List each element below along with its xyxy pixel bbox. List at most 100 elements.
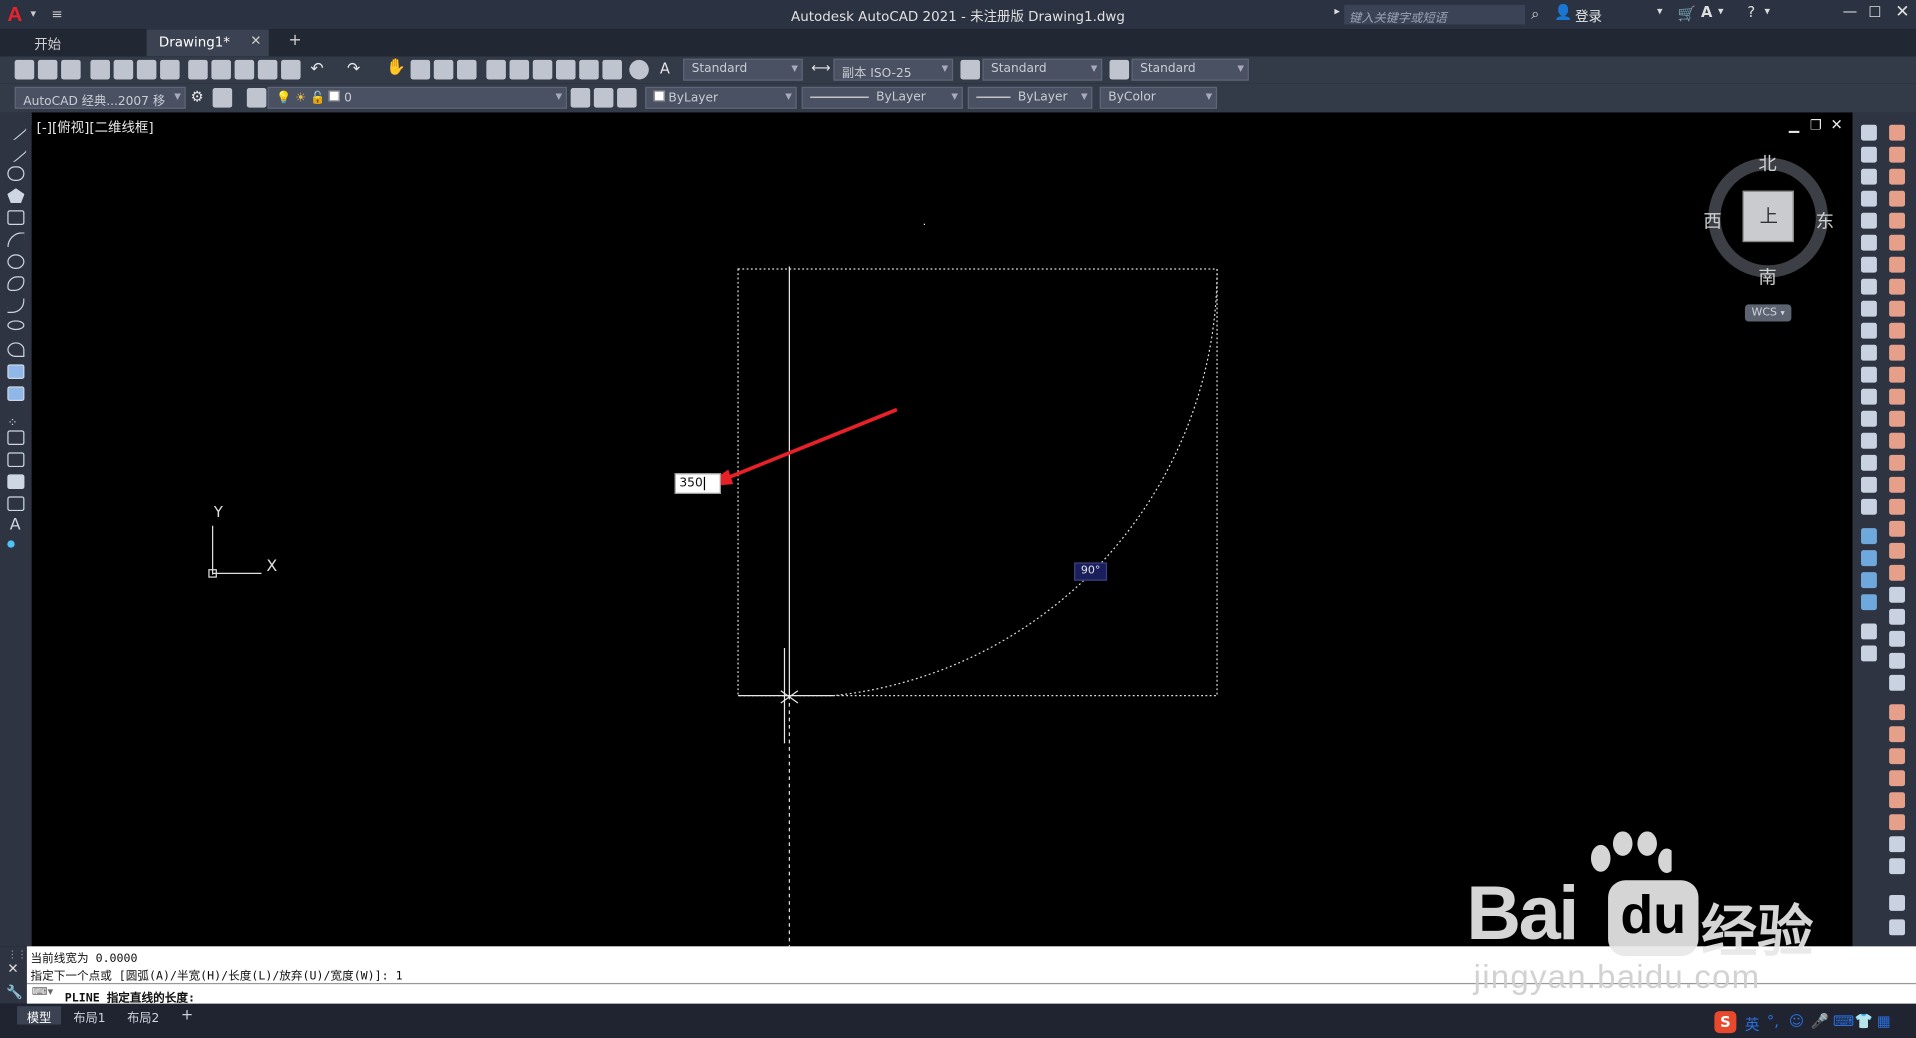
- align-leaders-icon[interactable]: [1889, 652, 1906, 669]
- fillet-icon[interactable]: [1861, 454, 1877, 471]
- wcs-label: WCS: [1751, 306, 1778, 320]
- dim-break-icon[interactable]: [1889, 388, 1906, 405]
- find-text-icon[interactable]: [1889, 726, 1906, 743]
- dim-jogged-icon[interactable]: [1889, 234, 1906, 251]
- sogou-ime-icon[interactable]: S: [1714, 1011, 1737, 1034]
- dim-space-icon[interactable]: [1889, 366, 1906, 383]
- dim-style-toolbar-icon[interactable]: [1889, 564, 1906, 581]
- modify-toolbar: [1852, 112, 1916, 947]
- tolerance-icon[interactable]: [1889, 410, 1906, 427]
- convert-space-icon[interactable]: [1889, 836, 1906, 853]
- watermark-suffix: 经验: [1700, 899, 1814, 964]
- dim-radius-icon[interactable]: [1889, 212, 1906, 229]
- hatch-back-icon[interactable]: [1861, 645, 1877, 662]
- inspection-icon[interactable]: [1889, 454, 1906, 471]
- status-bar: 模型 布局1 布局2 + S 英 °, ☺ 🎤 ⌨ 👕 ▦: [0, 1003, 1916, 1038]
- draw-order-under-icon[interactable]: [1861, 594, 1877, 611]
- break-at-point-icon[interactable]: [1861, 366, 1877, 383]
- text-justify-icon[interactable]: [1889, 814, 1906, 831]
- trim-icon[interactable]: [1861, 322, 1877, 339]
- watermark-url: jingyan.baidu.com: [1473, 958, 1761, 996]
- copy-object-icon[interactable]: [1861, 146, 1877, 163]
- dim-continue-icon[interactable]: [1889, 344, 1906, 361]
- command-history-line-2: 指定下一个点或 [圆弧(A)/半宽(H)/长度(L)/放弃(U)/宽度(W)]:…: [30, 969, 403, 983]
- remove-leader-icon[interactable]: [1889, 630, 1906, 647]
- ime-keyboard-icon[interactable]: ⌨: [1833, 1012, 1854, 1029]
- rotate-icon[interactable]: [1861, 256, 1877, 273]
- join-icon[interactable]: [1861, 410, 1877, 427]
- scale-icon[interactable]: [1861, 278, 1877, 295]
- ime-voice-icon[interactable]: 🎤: [1811, 1012, 1829, 1029]
- dim-text-edit-icon[interactable]: [1889, 520, 1906, 537]
- layout-tab-layout1[interactable]: 布局1: [64, 1006, 116, 1025]
- spell-check-icon[interactable]: [1889, 748, 1906, 765]
- ime-toolbox-icon[interactable]: ▦: [1877, 1012, 1891, 1029]
- dim-arc-icon[interactable]: [1889, 168, 1906, 185]
- mleader-icon[interactable]: [1889, 586, 1906, 603]
- text-caret: [703, 476, 706, 491]
- erase-icon[interactable]: [1861, 124, 1877, 141]
- ime-punct-icon[interactable]: °,: [1767, 1012, 1779, 1029]
- text-scale-icon[interactable]: [1889, 792, 1906, 809]
- dynamic-input-length[interactable]: 350: [674, 473, 721, 494]
- layout-tab-model[interactable]: 模型: [17, 1006, 62, 1026]
- collect-leaders-icon[interactable]: [1889, 674, 1906, 691]
- chevron-down-icon: ▾: [1780, 308, 1785, 318]
- close-command-line-icon[interactable]: ✕: [7, 961, 18, 977]
- dim-linear-icon[interactable]: [1889, 124, 1906, 141]
- ime-skin-icon[interactable]: 👕: [1855, 1012, 1873, 1029]
- dim-angular-icon[interactable]: [1889, 278, 1906, 295]
- dim-ordinate-icon[interactable]: [1889, 190, 1906, 207]
- offset-icon[interactable]: [1861, 190, 1877, 207]
- dim-baseline-icon[interactable]: [1889, 322, 1906, 339]
- compass-north[interactable]: 北: [1758, 150, 1776, 176]
- ime-emoji-icon[interactable]: ☺: [1789, 1012, 1804, 1029]
- viewcube-top-face[interactable]: 上: [1742, 190, 1794, 243]
- move-icon[interactable]: [1861, 234, 1877, 251]
- command-history-line-1: 当前线宽为 0.0000: [30, 952, 138, 966]
- recent-commands-icon[interactable]: ⌨▾: [32, 987, 53, 999]
- stray-point: [923, 223, 926, 225]
- red-arrow-shaft: [720, 407, 898, 483]
- dim-aligned-icon[interactable]: [1889, 146, 1906, 163]
- text-style-panel-icon[interactable]: [1889, 770, 1906, 787]
- add-leader-icon[interactable]: [1889, 608, 1906, 625]
- extend-icon[interactable]: [1861, 344, 1877, 361]
- customize-wrench-icon[interactable]: 🔧: [6, 984, 23, 1000]
- jogged-linear-icon[interactable]: [1889, 476, 1906, 493]
- mirror-icon[interactable]: [1861, 168, 1877, 185]
- baidu-jingyan-watermark: Bai du 经验 jingyan.baidu.com: [1466, 831, 1833, 1002]
- text-front-icon[interactable]: [1861, 623, 1877, 640]
- center-mark-icon[interactable]: [1889, 432, 1906, 449]
- text-edit-icon[interactable]: [1889, 704, 1906, 721]
- named-views-icon[interactable]: [1889, 919, 1906, 936]
- draw-order-front-icon[interactable]: [1861, 528, 1877, 545]
- array-icon[interactable]: [1861, 212, 1877, 229]
- compass-east[interactable]: 东: [1816, 208, 1834, 234]
- compass-south[interactable]: 南: [1758, 264, 1776, 290]
- blend-curves-icon[interactable]: [1861, 476, 1877, 493]
- table-insert-icon[interactable]: [1889, 858, 1906, 875]
- draw-order-above-icon[interactable]: [1861, 572, 1877, 589]
- dim-diameter-icon[interactable]: [1889, 256, 1906, 273]
- layout-tab-layout2[interactable]: 布局2: [117, 1006, 169, 1025]
- dynamic-input-value: 350: [679, 476, 703, 491]
- viewcube-top-label: 上: [1759, 205, 1778, 228]
- compass-west[interactable]: 西: [1703, 208, 1721, 234]
- draw-order-back-icon[interactable]: [1861, 550, 1877, 567]
- selection-rectangle: [737, 268, 1218, 697]
- layout-viewports-icon[interactable]: [1889, 894, 1906, 911]
- wcs-menu-button[interactable]: WCS ▾: [1744, 304, 1792, 322]
- dim-edit-icon[interactable]: [1889, 498, 1906, 515]
- break-icon[interactable]: [1861, 388, 1877, 405]
- dim-update-icon[interactable]: [1889, 542, 1906, 559]
- new-layout-plus-icon[interactable]: +: [171, 1006, 203, 1024]
- command-prompt: PLINE 指定直线的长度:: [64, 991, 195, 1005]
- stretch-icon[interactable]: [1861, 300, 1877, 317]
- quick-dim-icon[interactable]: [1889, 300, 1906, 317]
- command-line-handle[interactable]: ⋮⋮ ✕ 🔧: [0, 946, 27, 1004]
- explode-icon[interactable]: [1861, 498, 1877, 515]
- grip-dots-icon[interactable]: ⋮⋮: [7, 949, 27, 960]
- ime-lang-label[interactable]: 英: [1745, 1014, 1760, 1035]
- chamfer-icon[interactable]: [1861, 432, 1877, 449]
